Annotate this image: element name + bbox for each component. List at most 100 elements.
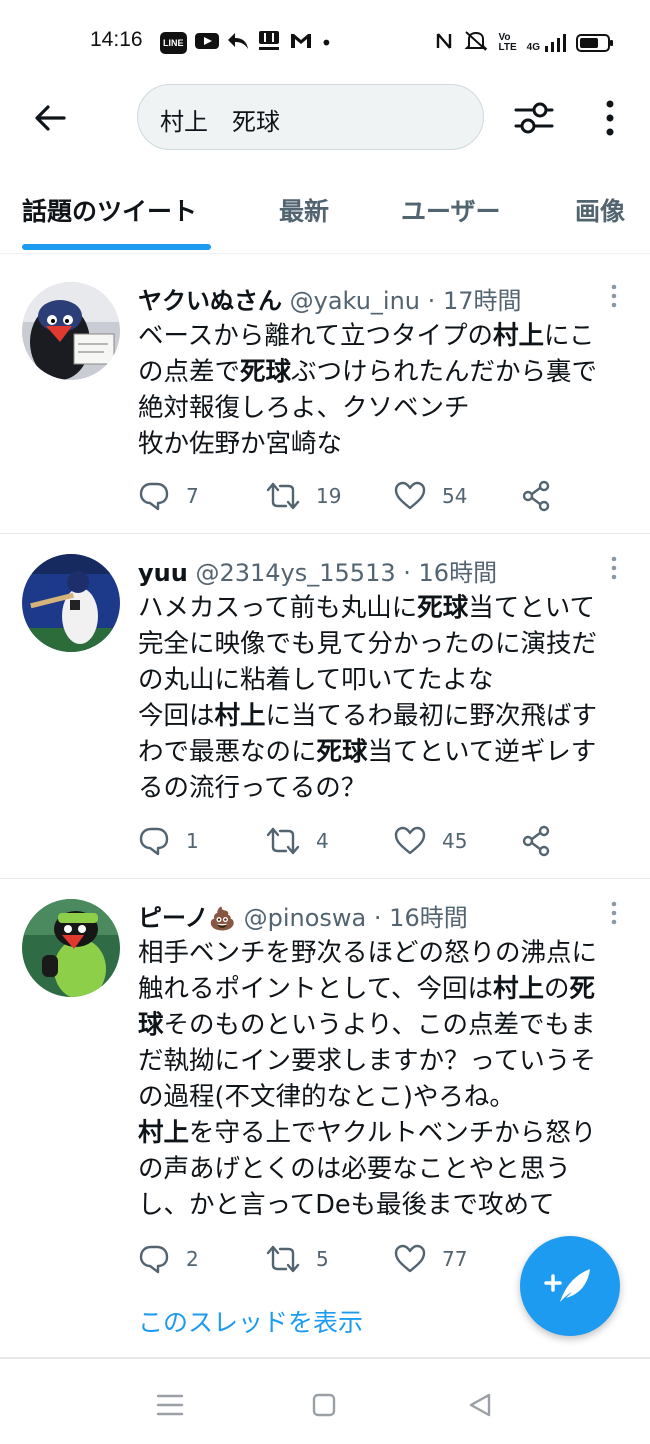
like-count: 54 <box>442 484 468 508</box>
active-tab-indicator <box>22 244 211 250</box>
nfc-icon <box>435 30 453 56</box>
search-header: 村上 死球 <box>0 84 650 150</box>
tweet-text: ハメカスって前も丸山に死球当てといて 完全に映像でも見て分かったのに演技だ の丸… <box>138 590 638 806</box>
tweet-menu-button[interactable] <box>604 901 624 925</box>
tab-images[interactable]: 画像 <box>575 192 625 228</box>
status-right-icons: Vo LTE 4G <box>435 30 613 56</box>
tweet-time[interactable]: 16時間 <box>389 904 468 932</box>
tweet[interactable]: ヤクいぬさん @yaku_inu · 17時間 ベースから離れて立つタイプの村上… <box>0 262 650 534</box>
tweet-menu-button[interactable] <box>604 556 624 580</box>
tweet-text-segment: の過程(不文律的なとこ)やろね。 <box>138 1082 515 1112</box>
tweet-text-segment: ぶつけられたんだから裏で <box>291 357 598 387</box>
home-icon <box>312 1393 336 1417</box>
compose-tweet-button[interactable] <box>520 1236 620 1336</box>
reply-icon <box>139 1245 169 1274</box>
system-nav-icons <box>156 1393 491 1417</box>
tweet-text-segment: し、かと言ってDeも最後まで攻めて <box>138 1190 555 1220</box>
reply-icon <box>139 482 169 511</box>
4g-signal-icon: 4G <box>527 33 566 53</box>
rakuma-icon <box>257 30 281 56</box>
reply-button[interactable]: 1 <box>138 821 199 861</box>
retweet-button[interactable]: 5 <box>266 1239 329 1279</box>
avatar[interactable] <box>22 899 120 997</box>
reply-button[interactable]: 2 <box>138 1239 199 1279</box>
avatar[interactable] <box>22 554 120 652</box>
recent-apps-icon <box>156 1394 184 1416</box>
status-bar: 14:16 LINE • Vo LTE 4G <box>0 0 650 84</box>
reply-button[interactable]: 7 <box>138 476 199 516</box>
retweet-button[interactable]: 4 <box>266 821 329 861</box>
highlighted-keyword: 村上 <box>214 701 266 731</box>
mute-icon <box>463 30 489 56</box>
tweet-time[interactable]: 17時間 <box>443 287 522 315</box>
show-thread-link[interactable]: このスレッドを表示 <box>138 1303 363 1339</box>
like-button[interactable]: 45 <box>394 821 467 861</box>
author-name[interactable]: ヤクいぬさん <box>138 287 282 315</box>
search-filter-button[interactable] <box>512 96 556 140</box>
retweet-button[interactable]: 19 <box>266 476 341 516</box>
tweet-text-segment: るの流行ってるの？ <box>138 773 367 803</box>
network-label: 4G <box>526 42 540 53</box>
tweet-text-segment: の声あげとくのは必要なことやと思う <box>138 1154 571 1184</box>
tweet-header: ピーノ💩 @pinoswa · 16時間 <box>138 903 468 935</box>
reply-count: 2 <box>186 1247 199 1271</box>
tweet-text-segment: 当てといて逆ギレす <box>367 737 597 767</box>
heart-icon <box>394 1244 426 1273</box>
tab-top-tweets[interactable]: 話題のツイート <box>22 192 197 228</box>
tweet-text-segment: 絶対報復しろよ、クソベンチ <box>138 393 470 423</box>
like-button[interactable]: 77 <box>394 1239 467 1279</box>
tweet-text-segment: を守る上でヤクルトベンチから怒り <box>189 1118 597 1148</box>
tweet-text-segment: そのものというより、この点差でもま <box>163 1010 596 1040</box>
vertical-dots-icon <box>611 556 617 580</box>
reply-count: 1 <box>186 829 199 853</box>
reply-arrow-icon <box>227 31 249 55</box>
author-handle[interactable]: @pinoswa <box>244 904 367 932</box>
like-button[interactable]: 54 <box>394 476 467 516</box>
highlighted-keyword: 村上 <box>138 1118 190 1148</box>
tab-latest[interactable]: 最新 <box>279 192 329 228</box>
share-button[interactable] <box>522 476 552 516</box>
tweet-time[interactable]: 16時間 <box>419 559 498 587</box>
like-count: 77 <box>442 1247 468 1271</box>
search-input[interactable]: 村上 死球 <box>137 84 484 150</box>
retweet-count: 19 <box>316 484 342 508</box>
tweet-menu-button[interactable] <box>604 284 624 308</box>
highlighted-keyword: 死球 <box>316 737 368 767</box>
author-name[interactable]: yuu <box>138 559 188 587</box>
baseball-player-avatar-image <box>22 554 120 652</box>
tweet-text-segment: 今回は <box>138 701 215 731</box>
tweet-text-segment: の丸山に粘着して叩いてたよな <box>138 665 494 695</box>
retweet-count: 4 <box>316 829 329 853</box>
compose-feather-icon <box>544 1269 590 1302</box>
avatar[interactable] <box>22 282 120 380</box>
author-handle[interactable]: @2314ys_15513 <box>195 559 395 587</box>
share-button[interactable] <box>522 821 552 861</box>
status-app-icons: LINE • <box>160 30 332 56</box>
back-button[interactable] <box>30 98 70 138</box>
retweet-count: 5 <box>316 1247 329 1271</box>
tab-users[interactable]: ユーザー <box>401 192 501 228</box>
youtube-icon <box>194 32 219 54</box>
battery-level <box>580 38 598 48</box>
more-options-button[interactable] <box>596 96 624 140</box>
tweet-text-segment: 相手ベンチを野次るほどの怒りの沸点に <box>138 938 598 968</box>
line-icon: LINE <box>160 32 187 54</box>
back-arrow-icon <box>35 105 66 131</box>
tweet-text-segment: ハメカスって前も丸山に <box>138 593 418 623</box>
tweet-text-segment: の <box>543 974 570 1004</box>
tweet-text: ベースから離れて立つタイプの村上にこ の点差で死球ぶつけられたんだから裏で 絶対… <box>138 318 638 462</box>
system-navigation-bar <box>0 1358 650 1444</box>
tweet-text-segment: 完全に映像でも見て分かったのに演技だ <box>138 629 598 659</box>
author-name[interactable]: ピーノ <box>138 904 209 932</box>
tweet-text: 相手ベンチを野次るほどの怒りの沸点に 触れるポイントとして、今回は村上の死 球そ… <box>138 935 638 1223</box>
vertical-dots-icon <box>611 901 617 925</box>
author-handle[interactable]: @yaku_inu <box>290 287 420 315</box>
volte-icon: Vo LTE <box>498 32 517 53</box>
tweet-text-segment: ベースから離れて立つタイプの <box>138 321 493 351</box>
tweet-actions: 7 19 54 <box>138 476 618 516</box>
tweet-header: ヤクいぬさん @yaku_inu · 17時間 <box>138 286 521 316</box>
reply-count: 7 <box>186 484 199 508</box>
tweet[interactable]: yuu @2314ys_15513 · 16時間 ハメカスって前も丸山に死球当て… <box>0 534 650 879</box>
highlighted-keyword: 球 <box>138 1010 164 1040</box>
tweet-text-segment: わで最悪なのに <box>138 737 317 767</box>
